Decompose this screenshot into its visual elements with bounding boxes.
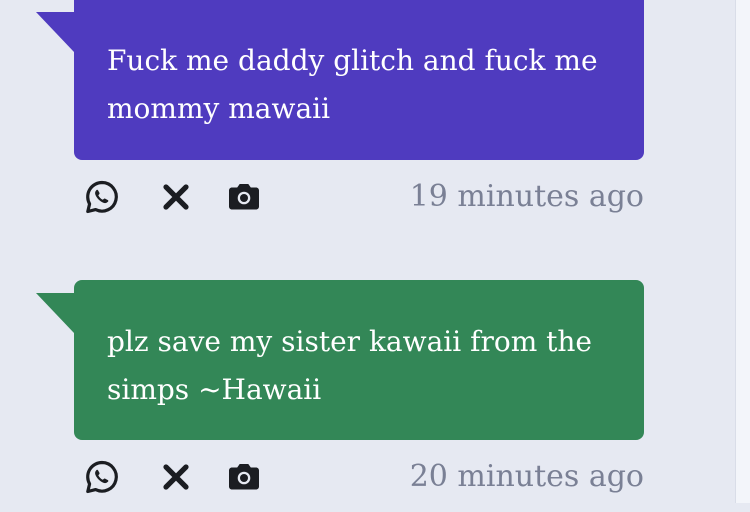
message-actions: 20 minutes ago: [74, 440, 644, 512]
message-text: Fuck me daddy glitch and fuck me mommy m…: [107, 44, 598, 125]
message-post: plz save my sister kawaii from the simps…: [36, 280, 644, 512]
camera-icon[interactable]: [224, 457, 264, 497]
timestamp: 20 minutes ago: [409, 459, 644, 494]
bubble-tail: [36, 12, 74, 52]
close-icon[interactable]: [156, 457, 196, 497]
message-bubble: Fuck me daddy glitch and fuck me mommy m…: [36, 0, 644, 160]
message-text: plz save my sister kawaii from the simps…: [107, 325, 592, 406]
whatsapp-icon[interactable]: [82, 177, 122, 217]
timestamp: 19 minutes ago: [409, 179, 644, 214]
scrollbar-track[interactable]: [735, 0, 750, 503]
whatsapp-icon[interactable]: [82, 457, 122, 497]
message-bubble: plz save my sister kawaii from the simps…: [36, 280, 644, 440]
bubble-tail: [36, 293, 74, 333]
camera-icon[interactable]: [224, 177, 264, 217]
message-post: Fuck me daddy glitch and fuck me mommy m…: [36, 0, 644, 232]
close-icon[interactable]: [156, 177, 196, 217]
message-actions: 19 minutes ago: [74, 160, 644, 232]
